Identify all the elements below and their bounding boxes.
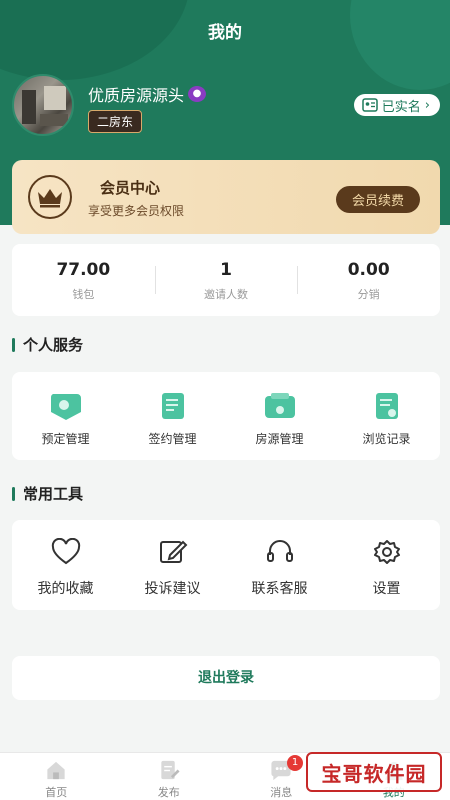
role-badge: 二房东: [88, 110, 143, 133]
home-icon: [47, 761, 65, 780]
service-label: 房源管理: [255, 432, 304, 446]
stat-label: 邀请人数: [204, 288, 248, 301]
stat-label: 分销: [357, 288, 380, 301]
headset-icon: [266, 540, 293, 562]
service-booking[interactable]: 预定管理: [12, 390, 119, 460]
stats-card: 77.00 钱包 1 邀请人数 0.00 分销: [12, 244, 440, 316]
tab-label: 消息: [270, 786, 293, 799]
crown-icon: [28, 175, 72, 219]
section-accent-bar: [12, 337, 15, 352]
tool-label: 我的收藏: [37, 581, 94, 597]
publish-icon: [161, 760, 180, 780]
avatar-photo-detail: [40, 114, 68, 126]
user-name: 优质房源源头: [88, 86, 185, 105]
stat-value: 1: [220, 260, 232, 280]
vip-card[interactable]: 会员中心 享受更多会员权限 会员续费: [12, 160, 440, 234]
id-card-icon: [362, 98, 378, 112]
unread-badge: 1: [287, 755, 303, 771]
tools-card: 我的收藏 投诉建议 联系客服 设置: [12, 520, 440, 610]
tool-label: 联系客服: [251, 581, 308, 597]
user-name-row: 优质房源源头 ●: [88, 82, 207, 106]
stat-label: 钱包: [72, 288, 95, 301]
vip-renew-button[interactable]: 会员续费: [335, 186, 420, 213]
tool-support[interactable]: 联系客服: [226, 538, 333, 610]
page-title: 我的: [208, 23, 242, 43]
service-contract[interactable]: 签约管理: [119, 390, 226, 460]
avatar-photo-detail: [22, 90, 36, 124]
verified-label: 已实名: [381, 99, 421, 115]
section-title-text: 常用工具: [23, 485, 84, 503]
devil-emoji-icon: ●: [188, 86, 207, 102]
stat-invites[interactable]: 1 邀请人数: [154, 244, 298, 316]
tool-label: 设置: [372, 581, 401, 597]
history-icon: [375, 393, 398, 419]
tab-label: 首页: [45, 786, 68, 799]
section-title-text: 个人服务: [23, 336, 84, 354]
booking-icon: [50, 394, 81, 420]
tab-home[interactable]: 首页: [0, 753, 113, 800]
tool-label: 投诉建议: [144, 581, 201, 597]
vip-subtitle: 享受更多会员权限: [88, 204, 185, 218]
tool-favorites[interactable]: 我的收藏: [12, 538, 119, 610]
service-label: 预定管理: [41, 432, 90, 446]
service-label: 签约管理: [148, 432, 197, 446]
contract-icon: [161, 393, 184, 419]
tools-section-title: 常用工具: [12, 483, 83, 504]
services-section-title: 个人服务: [12, 334, 83, 355]
section-accent-bar: [12, 486, 15, 501]
service-label: 浏览记录: [362, 432, 411, 446]
verified-button[interactable]: 已实名 ›: [353, 94, 440, 116]
service-property[interactable]: 房源管理: [226, 390, 333, 460]
vip-title: 会员中心: [100, 179, 161, 197]
services-card: 预定管理 签约管理 房源管理 浏览记录: [12, 372, 440, 460]
service-history[interactable]: 浏览记录: [333, 390, 440, 460]
header-decoration: [350, 0, 450, 90]
avatar-photo-detail: [44, 86, 66, 110]
tool-settings[interactable]: 设置: [333, 538, 440, 610]
tool-complaint[interactable]: 投诉建议: [119, 538, 226, 610]
gear-icon: [373, 540, 400, 564]
stat-value: 77.00: [56, 260, 111, 280]
watermark-logo: 宝哥软件园: [306, 752, 442, 792]
stat-distribution[interactable]: 0.00 分销: [297, 244, 440, 316]
logout-button[interactable]: 退出登录: [12, 656, 440, 700]
tab-publish[interactable]: 发布: [113, 753, 226, 800]
stat-value: 0.00: [347, 260, 390, 280]
edit-icon: [159, 540, 187, 563]
tab-label: 发布: [157, 786, 180, 799]
chevron-right-icon: ›: [424, 97, 430, 113]
property-icon: [264, 393, 295, 418]
avatar[interactable]: [12, 74, 74, 136]
heart-icon: [51, 538, 80, 565]
watermark-text: 宝哥软件园: [321, 761, 427, 786]
stat-wallet[interactable]: 77.00 钱包: [12, 244, 155, 316]
